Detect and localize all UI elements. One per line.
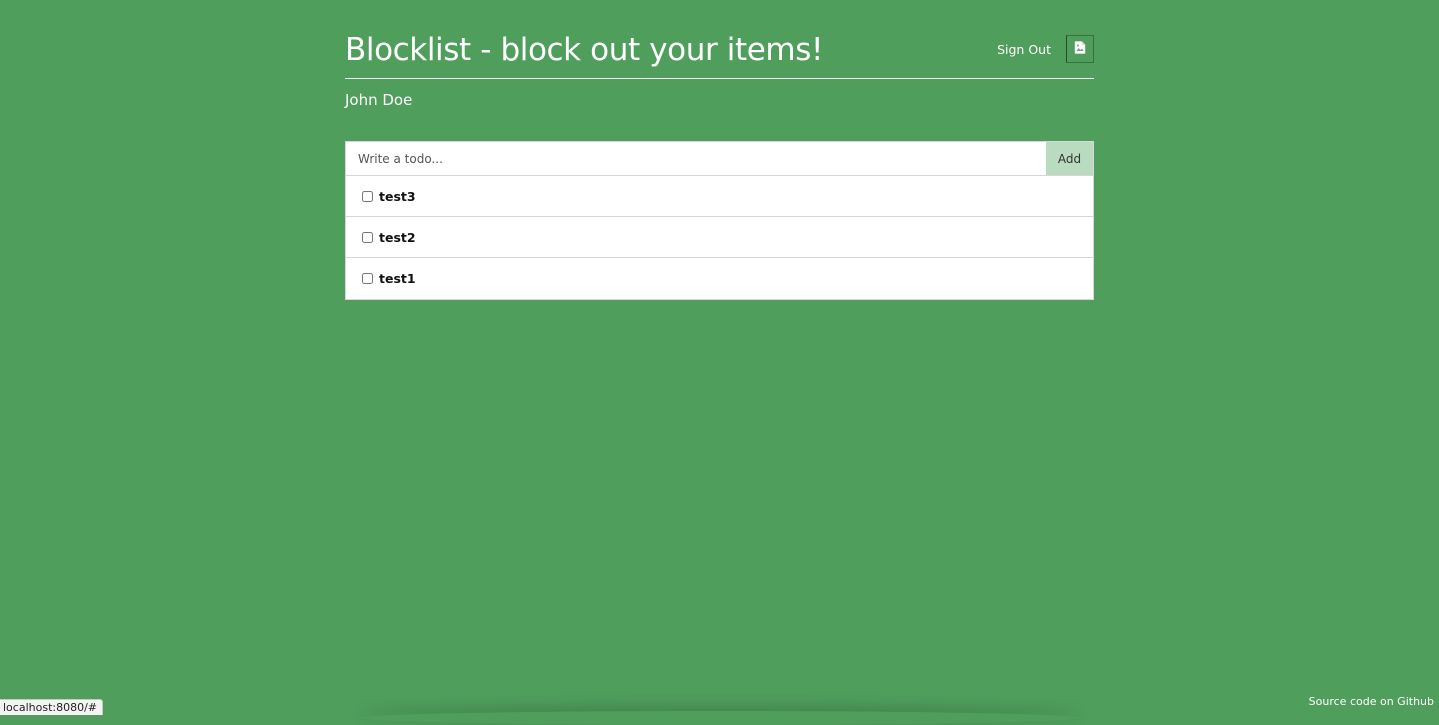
- todo-label: test3: [379, 188, 416, 204]
- add-button[interactable]: Add: [1046, 142, 1093, 175]
- todo-checkbox[interactable]: [362, 231, 373, 243]
- todo-label: test1: [379, 271, 416, 286]
- header: Blocklist - block out your items! Sign O…: [345, 0, 1094, 79]
- source-code-link[interactable]: Source code on Github: [1309, 695, 1434, 708]
- todo-input[interactable]: [346, 142, 1046, 175]
- user-name: John Doe: [345, 91, 413, 109]
- browser-status-url: localhost:8080/#: [0, 699, 103, 715]
- app-container: Blocklist - block out your items! Sign O…: [345, 0, 1094, 300]
- todo-list: test3 test2 test1: [346, 176, 1093, 299]
- todo-panel: Add test3 test2 test1: [345, 141, 1094, 300]
- todo-item: test3: [346, 176, 1093, 217]
- todo-form: Add: [346, 142, 1093, 176]
- todo-checkbox[interactable]: [362, 190, 373, 202]
- avatar[interactable]: [1066, 35, 1094, 63]
- todo-item: test1: [346, 258, 1093, 299]
- todo-label: test2: [379, 229, 416, 245]
- page-title: Blocklist - block out your items!: [345, 32, 823, 68]
- sign-out-link[interactable]: Sign Out: [997, 40, 1051, 60]
- footer-shadow: [360, 711, 1080, 725]
- todo-item: test2: [346, 217, 1093, 258]
- todo-checkbox[interactable]: [362, 273, 373, 284]
- broken-image-icon: [1074, 41, 1086, 54]
